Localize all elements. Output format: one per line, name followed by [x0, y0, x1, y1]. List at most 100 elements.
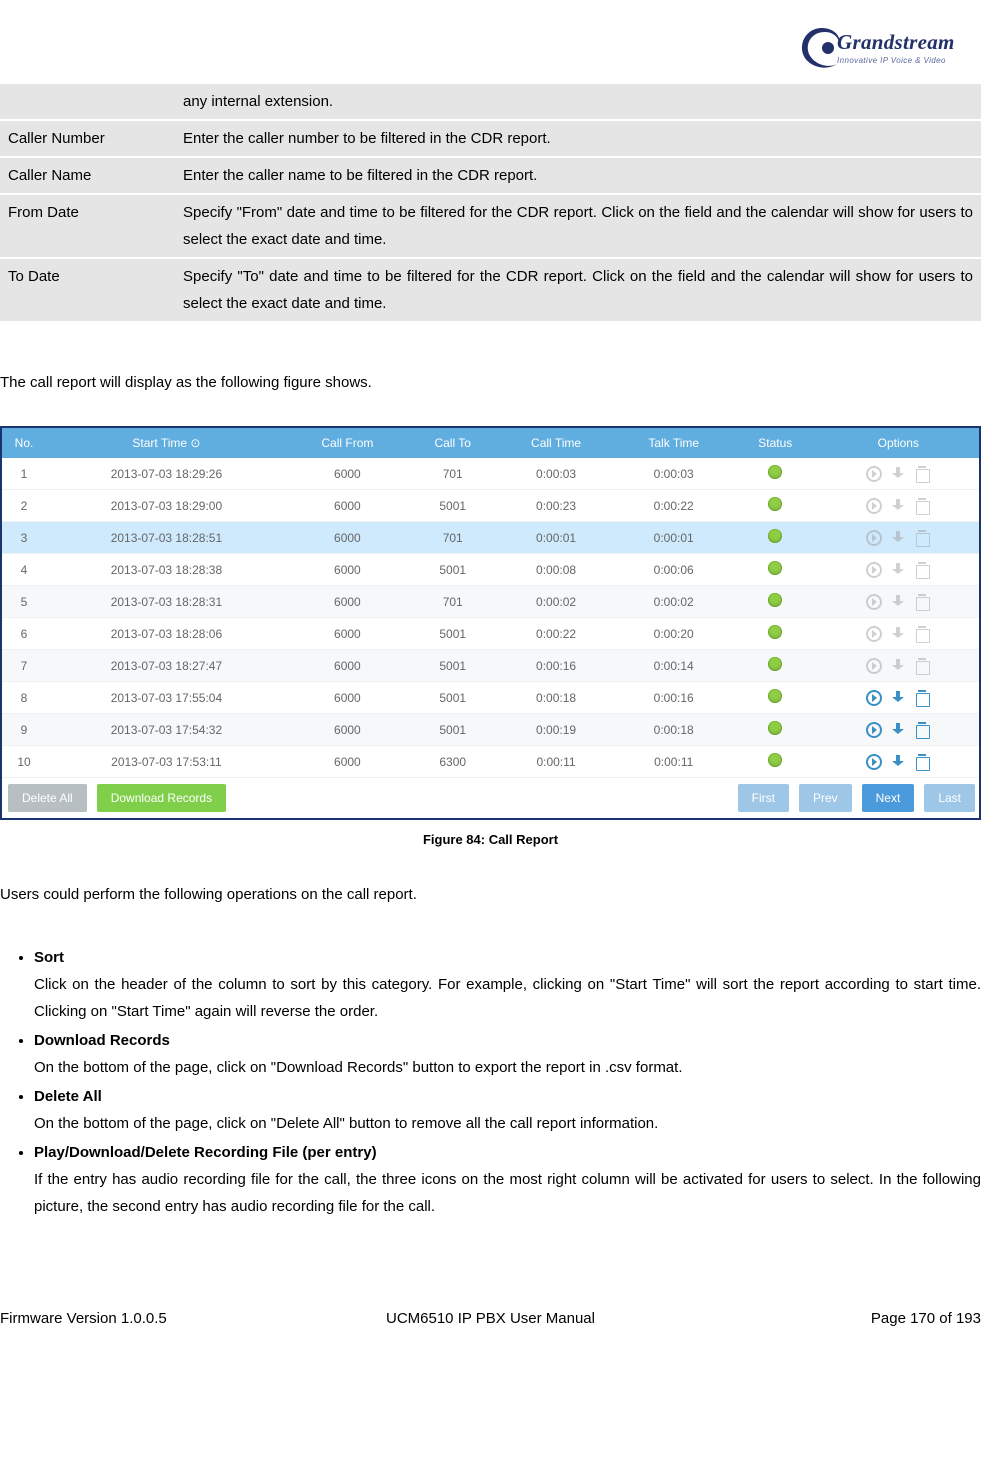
- cell-options: [818, 458, 979, 490]
- cell-no: 8: [2, 682, 46, 714]
- cell-call: 0:00:01: [498, 522, 615, 554]
- cell-status: [733, 490, 818, 522]
- cell-no: 7: [2, 650, 46, 682]
- cell-status: [733, 714, 818, 746]
- cell-to: 5001: [408, 650, 498, 682]
- cell-start: 2013-07-03 18:29:26: [46, 458, 287, 490]
- filter-desc: Enter the caller name to be filtered in …: [175, 157, 981, 194]
- filter-table: any internal extension.Caller NumberEnte…: [0, 84, 981, 321]
- download-icon[interactable]: [890, 754, 906, 770]
- cell-start: 2013-07-03 17:54:32: [46, 714, 287, 746]
- screenshot-footer: Delete All Download Records First Prev N…: [2, 778, 979, 818]
- cell-options: [818, 490, 979, 522]
- brand-tagline: Innovative IP Voice & Video: [837, 56, 946, 65]
- table-row: 92013-07-03 17:54:32600050010:00:190:00:…: [2, 714, 979, 746]
- table-row: 102013-07-03 17:53:11600063000:00:110:00…: [2, 746, 979, 778]
- cell-status: [733, 554, 818, 586]
- filter-desc: Enter the caller number to be filtered i…: [175, 120, 981, 157]
- ops-title: Play/Download/Delete Recording File (per…: [34, 1139, 981, 1166]
- cell-start: 2013-07-03 18:27:47: [46, 650, 287, 682]
- page-footer: Firmware Version 1.0.0.5 UCM6510 IP PBX …: [0, 1310, 981, 1327]
- ops-item: SortClick on the header of the column to…: [34, 944, 981, 1025]
- call-report-screenshot: No.Start Time ⊙Call FromCall ToCall Time…: [0, 426, 981, 820]
- status-icon: [768, 497, 782, 511]
- column-header[interactable]: Options: [818, 428, 979, 458]
- filter-row: any internal extension.: [0, 84, 981, 120]
- filter-label: Caller Number: [0, 120, 175, 157]
- cell-to: 6300: [408, 746, 498, 778]
- figure-caption: Figure 84: Call Report: [0, 832, 981, 847]
- footer-center: UCM6510 IP PBX User Manual: [327, 1310, 654, 1327]
- cell-talk: 0:00:01: [615, 522, 733, 554]
- table-row: 82013-07-03 17:55:04600050010:00:180:00:…: [2, 682, 979, 714]
- cell-to: 5001: [408, 490, 498, 522]
- cell-status: [733, 650, 818, 682]
- header: Grandstream Innovative IP Voice & Video: [0, 20, 981, 80]
- cell-start: 2013-07-03 18:28:38: [46, 554, 287, 586]
- cell-call: 0:00:11: [498, 746, 615, 778]
- play-icon: [866, 530, 882, 546]
- filter-row: To DateSpecify "To" date and time to be …: [0, 258, 981, 321]
- download-icon: [890, 466, 906, 482]
- delete-all-button[interactable]: Delete All: [8, 784, 87, 812]
- cell-call: 0:00:22: [498, 618, 615, 650]
- download-icon: [890, 594, 906, 610]
- cell-status: [733, 586, 818, 618]
- column-header[interactable]: Status: [733, 428, 818, 458]
- brand-name: Grandstream: [837, 30, 955, 55]
- cell-from: 6000: [287, 682, 408, 714]
- filter-label: Caller Name: [0, 157, 175, 194]
- ops-body: Click on the header of the column to sor…: [34, 971, 981, 1025]
- cell-options: [818, 714, 979, 746]
- cell-start: 2013-07-03 17:55:04: [46, 682, 287, 714]
- table-row: 72013-07-03 18:27:47600050010:00:160:00:…: [2, 650, 979, 682]
- column-header[interactable]: Call To: [408, 428, 498, 458]
- cell-start: 2013-07-03 17:53:11: [46, 746, 287, 778]
- table-row: 22013-07-03 18:29:00600050010:00:230:00:…: [2, 490, 979, 522]
- cell-talk: 0:00:18: [615, 714, 733, 746]
- cell-start: 2013-07-03 18:29:00: [46, 490, 287, 522]
- delete-icon[interactable]: [914, 690, 930, 706]
- play-icon: [866, 626, 882, 642]
- ops-title: Delete All: [34, 1083, 981, 1110]
- play-icon: [866, 594, 882, 610]
- download-icon: [890, 562, 906, 578]
- delete-icon[interactable]: [914, 754, 930, 770]
- cell-no: 4: [2, 554, 46, 586]
- ops-item: Play/Download/Delete Recording File (per…: [34, 1139, 981, 1220]
- status-icon: [768, 753, 782, 767]
- column-header[interactable]: Call Time: [498, 428, 615, 458]
- status-icon: [768, 657, 782, 671]
- cell-start: 2013-07-03 18:28:06: [46, 618, 287, 650]
- download-icon[interactable]: [890, 690, 906, 706]
- prev-page-button[interactable]: Prev: [799, 784, 852, 812]
- play-icon[interactable]: [866, 722, 882, 738]
- column-header[interactable]: Talk Time: [615, 428, 733, 458]
- cell-no: 5: [2, 586, 46, 618]
- cell-to: 701: [408, 586, 498, 618]
- cell-options: [818, 554, 979, 586]
- cell-talk: 0:00:03: [615, 458, 733, 490]
- play-icon[interactable]: [866, 754, 882, 770]
- cell-options: [818, 618, 979, 650]
- delete-icon: [914, 530, 930, 546]
- filter-row: Caller NameEnter the caller name to be f…: [0, 157, 981, 194]
- last-page-button[interactable]: Last: [924, 784, 975, 812]
- next-page-button[interactable]: Next: [862, 784, 915, 812]
- footer-left: Firmware Version 1.0.0.5: [0, 1310, 327, 1327]
- download-icon[interactable]: [890, 722, 906, 738]
- column-header[interactable]: No.: [2, 428, 46, 458]
- delete-icon: [914, 562, 930, 578]
- first-page-button[interactable]: First: [738, 784, 789, 812]
- play-icon[interactable]: [866, 690, 882, 706]
- cell-from: 6000: [287, 458, 408, 490]
- column-header[interactable]: Start Time ⊙: [46, 428, 287, 458]
- cell-to: 701: [408, 458, 498, 490]
- filter-row: From DateSpecify "From" date and time to…: [0, 194, 981, 258]
- delete-icon[interactable]: [914, 722, 930, 738]
- filter-row: Caller NumberEnter the caller number to …: [0, 120, 981, 157]
- filter-label: [0, 84, 175, 120]
- column-header[interactable]: Call From: [287, 428, 408, 458]
- table-row: 52013-07-03 18:28:3160007010:00:020:00:0…: [2, 586, 979, 618]
- download-records-button[interactable]: Download Records: [97, 784, 226, 812]
